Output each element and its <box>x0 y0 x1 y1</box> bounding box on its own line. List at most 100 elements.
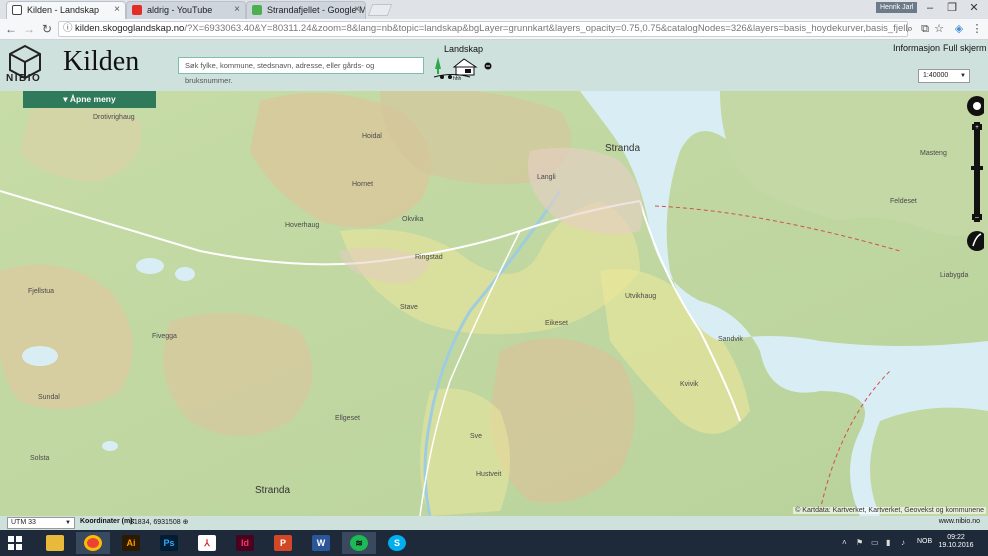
indesign-icon[interactable]: Id <box>228 532 262 554</box>
spotify-icon[interactable]: ≋ <box>342 532 376 554</box>
minimize-icon[interactable]: – <box>920 1 940 15</box>
tab-youtube[interactable]: aldrig - YouTube × <box>126 1 246 19</box>
place-label: Utvikhaug <box>625 293 657 300</box>
svg-text:hhh: hhh <box>453 76 462 81</box>
page-info-icon[interactable]: ⓘ <box>63 22 73 36</box>
place-label: Hustveit <box>476 471 502 478</box>
forward-icon[interactable]: → <box>22 22 36 36</box>
new-tab-button[interactable] <box>367 4 393 16</box>
place-label: Ellgeset <box>335 415 360 422</box>
battery-icon[interactable]: ▭ <box>871 538 879 547</box>
projection-select[interactable]: UTM 33 ▼ <box>7 517 75 529</box>
place-label: Hoverhaug <box>285 222 320 229</box>
place-label: Kvivik <box>680 381 699 388</box>
place-label: Okvika <box>402 216 424 223</box>
lake <box>102 441 118 451</box>
close-window-icon[interactable]: ✕ <box>964 1 984 15</box>
land-area <box>870 407 988 516</box>
flag-icon[interactable]: ⚑ <box>856 538 863 547</box>
zoom-handle[interactable] <box>971 166 983 170</box>
place-label: Drotivrighaug <box>93 114 135 121</box>
translate-icon[interactable]: ⧉ <box>918 22 932 36</box>
place-label: Fjellstua <box>28 288 55 295</box>
place-label: Eikeset <box>545 320 568 327</box>
map-attribution: © Kartdata: Kartverket, Kartverket, Geov… <box>793 507 986 514</box>
close-tab-icon[interactable]: × <box>354 4 360 15</box>
maximize-icon[interactable]: ❐ <box>942 1 962 15</box>
map-view[interactable]: Stranda Stranda Liabygda Sandvik Drotivr… <box>0 91 988 516</box>
zoom-slider[interactable] <box>974 122 980 222</box>
nibio-site-link[interactable]: www.nibio.no <box>939 518 980 525</box>
zoom-controls[interactable]: + – <box>962 96 984 256</box>
tab-label: Kilden - Landskap <box>27 5 100 15</box>
kilden-favicon-icon <box>12 5 22 15</box>
coordinates-label: Koordinater (m): <box>80 518 135 525</box>
skype-icon[interactable]: S <box>380 532 414 554</box>
browser-menu-icon[interactable]: ⋮ <box>970 22 984 36</box>
lake <box>175 267 195 281</box>
scale-value: 1:40000 <box>923 72 949 79</box>
clock-time: 09:22 <box>947 534 965 541</box>
info-icon[interactable]: ⊕ <box>183 519 189 526</box>
place-label: Hornet <box>352 181 374 188</box>
place-label: Fivegga <box>152 333 177 340</box>
place-label: Ringstad <box>415 254 443 261</box>
extension-icon[interactable]: ◈ <box>952 22 966 36</box>
illustrator-icon[interactable]: Ai <box>114 532 148 554</box>
topic-label: Landskap <box>444 44 484 54</box>
url-field[interactable]: ⓘ kilden.skogoglandskap.no/?X=6933063.40&… <box>58 21 908 37</box>
svg-text:–: – <box>975 214 979 221</box>
landscape-topic-icon[interactable]: hhh <box>432 55 494 81</box>
app-title: Kilden <box>63 46 140 77</box>
map-canvas[interactable] <box>0 91 988 516</box>
volume-icon[interactable]: ♪ <box>901 538 905 547</box>
search-icon[interactable]: ⌕ <box>903 22 917 36</box>
nibio-logo-text: NIBIO <box>6 73 42 84</box>
place-label: Sandvik <box>718 336 743 343</box>
clock[interactable]: 09:22 19.10.2016 <box>936 534 976 550</box>
fullscreen-link[interactable]: Full skjerm <box>943 43 987 53</box>
place-label: Stranda <box>605 143 641 154</box>
svg-text:+: + <box>975 125 979 131</box>
user-badge[interactable]: Henrik Jarl <box>876 2 918 13</box>
close-tab-icon[interactable]: × <box>234 4 240 15</box>
tab-label: aldrig - YouTube <box>147 5 213 15</box>
powerpoint-icon[interactable]: P <box>266 532 300 554</box>
browser-tab-bar: Kilden - Landskap × aldrig - YouTube × S… <box>0 0 988 19</box>
place-label: Solsta <box>30 455 50 462</box>
tab-label: Strandafjellet - Google M <box>267 5 366 15</box>
address-bar-row: ← → ↻ ⓘ kilden.skogoglandskap.no/?X=69330… <box>0 19 988 40</box>
place-label: Masteng <box>920 150 947 157</box>
place-label: Sundal <box>38 394 60 401</box>
word-icon[interactable]: W <box>304 532 338 554</box>
back-icon[interactable]: ← <box>4 22 18 36</box>
place-label: Sve <box>470 433 483 440</box>
tray-chevron-icon[interactable]: ˄ <box>842 538 847 547</box>
language-indicator[interactable]: NOB <box>917 538 932 545</box>
network-icon[interactable]: ▮ <box>886 538 890 547</box>
open-menu-label: Åpne meny <box>69 94 116 104</box>
bookmark-star-icon[interactable]: ☆ <box>932 22 946 36</box>
open-menu-button[interactable]: ▾ Åpne meny <box>23 91 156 108</box>
information-link[interactable]: Informasjon <box>893 43 940 53</box>
youtube-favicon-icon <box>132 5 142 15</box>
file-explorer-icon[interactable] <box>38 532 72 554</box>
tab-kilden[interactable]: Kilden - Landskap × <box>6 1 126 19</box>
search-input[interactable]: Søk fylke, kommune, stedsnavn, adresse, … <box>178 57 424 85</box>
maps-favicon-icon <box>252 5 262 15</box>
projection-value: UTM 33 <box>11 519 36 526</box>
app-footer: UTM 33 ▼ Koordinater (m): 81834, 6931508… <box>0 516 988 530</box>
windows-start-icon[interactable] <box>8 536 22 550</box>
reload-icon[interactable]: ↻ <box>40 22 54 36</box>
photoshop-icon[interactable]: Ps <box>152 532 186 554</box>
close-tab-icon[interactable]: × <box>114 4 120 15</box>
url-host: kilden.skogoglandskap.no <box>75 23 185 34</box>
place-label: Stave <box>400 304 418 311</box>
chevron-down-icon: ▼ <box>65 520 71 526</box>
tab-google-maps[interactable]: Strandafjellet - Google M × <box>246 1 366 19</box>
scale-select[interactable]: 1:40000 ▼ <box>918 69 970 83</box>
acrobat-icon[interactable]: ⅄ <box>190 532 224 554</box>
windows-taskbar: Ai Ps ⅄ Id P W ≋ S ˄ ⚑ ▭ ▮ ♪ NOB 09:22 1… <box>0 530 988 556</box>
place-label: Stranda <box>255 485 291 496</box>
chrome-icon[interactable] <box>76 532 110 554</box>
